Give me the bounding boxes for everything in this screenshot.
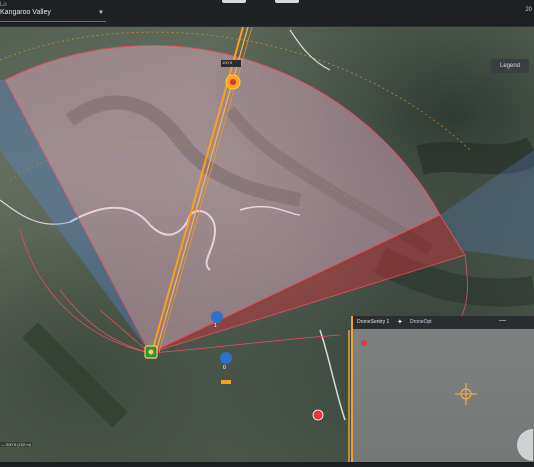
map-pin-red	[312, 409, 324, 421]
chevron-down-icon: ▼	[98, 10, 104, 16]
crosshair-icon	[455, 383, 477, 405]
record-indicator-icon	[361, 340, 367, 346]
location-label: Lo	[0, 2, 7, 8]
coverage-sector-primary	[4, 45, 441, 354]
sensor-center	[148, 349, 154, 355]
road	[319, 329, 346, 421]
forest-patch	[416, 136, 534, 175]
feed-overlay	[361, 340, 533, 461]
location-select[interactable]: Kangaroo Valley ▼	[0, 9, 106, 22]
pin-marker-orange	[221, 380, 231, 384]
top-bar: Lo Kangaroo Valley ▼ 20	[0, 0, 534, 27]
feed-label: DroneOpt	[410, 319, 432, 325]
forest-patch	[22, 322, 128, 428]
clock: 20	[525, 7, 532, 13]
location-value: Kangaroo Valley	[0, 9, 51, 16]
map-pin-blue	[220, 352, 233, 381]
pin-blue-1-label[interactable]: 1	[214, 323, 217, 329]
drone-center	[230, 79, 236, 85]
tab-indicator-1[interactable]	[222, 0, 246, 3]
map-scale: — 500 ft (152 m)	[0, 442, 33, 447]
legend-button[interactable]: Legend	[491, 59, 529, 73]
panel-header: DroneSentry 1 ✦ DroneOpt —	[353, 316, 534, 329]
video-feed[interactable]	[353, 329, 534, 462]
joystick-handle	[517, 429, 533, 461]
altitude-tag: 100 ft	[222, 60, 233, 65]
drone-camera-panel: DroneSentry 1 ✦ DroneOpt —	[351, 316, 534, 462]
minimize-button[interactable]: —	[499, 317, 506, 324]
road	[289, 29, 331, 71]
tab-indicator-2[interactable]	[275, 0, 299, 3]
pin-blue-2-label[interactable]: 0	[223, 365, 226, 371]
panel-title: DroneSentry 1	[357, 319, 390, 325]
camera-icon[interactable]: ✦	[397, 318, 403, 326]
